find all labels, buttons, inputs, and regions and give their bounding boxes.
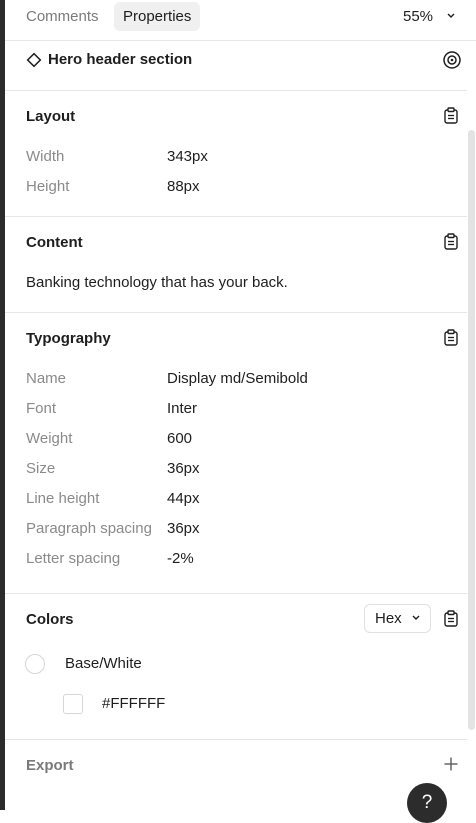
- export-title: Export: [26, 757, 74, 774]
- layout-title: Layout: [26, 108, 76, 125]
- layer-name: Hero header section: [48, 51, 193, 68]
- zoom-level[interactable]: 55%: [403, 2, 433, 31]
- clipboard-icon[interactable]: [444, 329, 458, 346]
- color-swatch-square[interactable]: [63, 694, 83, 714]
- content-title: Content: [26, 234, 83, 251]
- weight-label: Weight: [26, 430, 73, 447]
- color-hex-value: #FFFFFF: [102, 695, 166, 712]
- weight-value: 600: [167, 430, 193, 447]
- scrollbar-thumb[interactable]: [468, 130, 475, 730]
- paragraph-spacing-label: Paragraph spacing: [26, 520, 152, 537]
- plus-icon[interactable]: [443, 756, 459, 772]
- letter-spacing-label: Letter spacing: [26, 550, 121, 567]
- inspector-header: Comments Properties 55%: [5, 0, 476, 41]
- help-button[interactable]: ?: [407, 783, 447, 823]
- target-icon[interactable]: [442, 50, 462, 70]
- clipboard-icon[interactable]: [444, 610, 458, 627]
- clipboard-icon[interactable]: [444, 233, 458, 250]
- typography-name-value: Display md/Semibold: [167, 370, 308, 387]
- export-section: Export: [5, 740, 467, 810]
- content-text: Banking technology that has your back.: [26, 274, 288, 291]
- clipboard-icon[interactable]: [444, 107, 458, 124]
- diamond-icon: [26, 52, 42, 68]
- paragraph-spacing-value: 36px: [167, 520, 200, 537]
- width-value: 343px: [167, 148, 208, 165]
- height-value: 88px: [167, 178, 200, 195]
- typography-section: Typography Name Display md/Semibold Font…: [5, 313, 467, 594]
- color-swatch-circle[interactable]: [25, 654, 45, 674]
- typography-title: Typography: [26, 330, 111, 347]
- color-name: Base/White: [65, 655, 142, 672]
- content-section: Content Banking technology that has your…: [5, 217, 467, 313]
- font-value: Inter: [167, 400, 198, 417]
- size-label: Size: [26, 460, 56, 477]
- chevron-down-icon[interactable]: [412, 615, 420, 621]
- color-format-label: Hex: [375, 610, 402, 627]
- letter-spacing-value: -2%: [167, 550, 194, 567]
- size-value: 36px: [167, 460, 200, 477]
- line-height-label: Line height: [26, 490, 100, 507]
- width-label: Width: [26, 148, 65, 165]
- layout-section: Layout Width 343px Height 88px: [5, 91, 467, 217]
- help-label: ?: [421, 792, 433, 813]
- typography-name-label: Name: [26, 370, 67, 387]
- colors-title: Colors: [26, 611, 74, 628]
- tab-properties[interactable]: Properties: [114, 2, 201, 31]
- chevron-down-icon[interactable]: [446, 12, 456, 20]
- tab-comments[interactable]: Comments: [17, 2, 108, 31]
- line-height-value: 44px: [167, 490, 200, 507]
- height-label: Height: [26, 178, 70, 195]
- color-format-select[interactable]: Hex: [364, 604, 431, 633]
- font-label: Font: [26, 400, 57, 417]
